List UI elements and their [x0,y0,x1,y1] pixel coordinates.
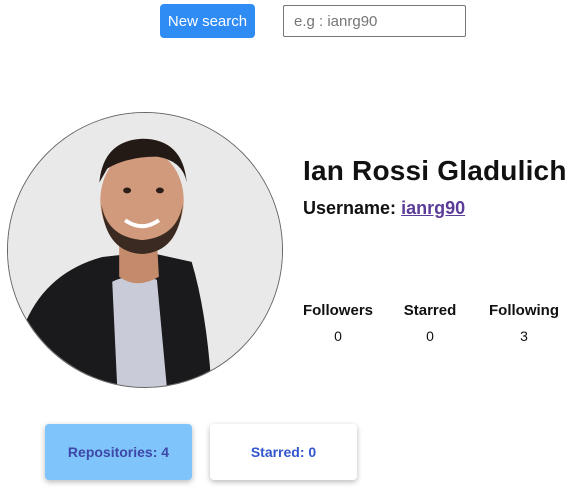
stat-value: 3 [520,328,528,344]
search-input[interactable] [283,5,466,37]
stat-starred: Starred 0 [385,302,475,344]
profile-full-name: Ian Rossi Gladulich [303,155,567,186]
stat-following: Following 3 [479,302,569,344]
avatar [7,112,283,388]
stat-value: 0 [426,328,434,344]
username-row: Username: ianrg90 [303,198,465,219]
repositories-tab[interactable]: Repositories: 4 [45,424,192,480]
starred-tab[interactable]: Starred: 0 [210,424,357,480]
username-label: Username: [303,198,397,218]
avatar-photo [8,113,282,387]
stat-label: Following [489,302,559,319]
stat-followers: Followers 0 [293,302,383,344]
username-link[interactable]: ianrg90 [401,198,465,218]
stat-label: Followers [302,302,373,319]
stat-value: 0 [334,328,342,344]
new-search-button[interactable]: New search [160,4,255,38]
stat-label: Starred [403,302,457,319]
